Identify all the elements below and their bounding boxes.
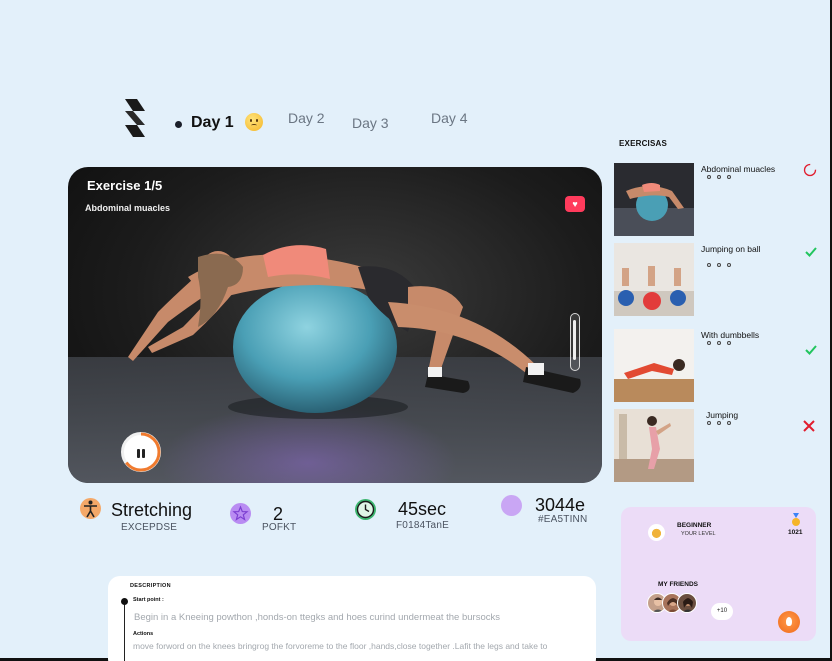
tab-day-4[interactable]: Day 4 [431,110,468,126]
exercise-name: Jumping on ball [701,244,761,254]
clock-icon [707,341,711,345]
exercise-meta [707,175,731,179]
medal-icon [792,513,800,526]
info-icon [727,263,731,267]
star-icon [230,503,251,524]
bolt-icon [717,421,721,425]
level-avatar [648,524,665,541]
active-tab-indicator [175,121,182,128]
stat-type-label: EXCEPDSE [121,522,178,533]
stat-duration-value: 45sec [398,499,447,519]
stat-calories: 3044e #EA5TINN [501,495,601,535]
tab-day-3[interactable]: Day 3 [352,115,389,131]
friends-title: MY FRIENDS [658,581,698,588]
exercise-item[interactable]: With dumbbells [614,329,824,404]
stat-points: 2 POFKT [230,503,310,543]
description-title: DESCRIPTION [130,583,171,589]
timeline-line [124,600,125,661]
info-icon [727,341,731,345]
info-icon [727,175,731,179]
level-title: BEGINNER [677,522,712,529]
app-logo [125,99,145,137]
stat-duration-label: F0184TanE [396,520,449,531]
stat-type: Stretching EXCEPDSE [80,498,210,538]
exercise-meta [707,263,731,267]
exercise-thumbnail [614,243,694,316]
stat-calories-label: #EA5TINN [538,514,588,525]
start-point-text: Begin in a Kneeing powthon ,honds-on tte… [134,612,500,623]
friend-avatar[interactable] [677,593,697,613]
actions-label: Actions [133,631,154,637]
pause-button[interactable] [121,432,161,472]
spinner-icon [803,163,817,177]
cross-icon [803,420,815,432]
clock-icon [707,421,711,425]
stat-calories-value: 3044e [535,495,586,515]
actions-text: move forword on the knees bringrog the f… [133,641,548,651]
info-icon [727,421,731,425]
start-point-label: Start point : [133,597,164,603]
exercise-counter-title: Exercise 1/5 [87,178,163,193]
volume-slider-fill [573,320,576,360]
check-icon [805,247,817,257]
exercise-item[interactable]: Abdominal muacles [614,163,824,238]
profile-card: BEGINNER YOUR LEVEL 1021 MY FRIENDS +10 [621,507,816,641]
exercise-name: Jumping [706,410,739,420]
exercise-thumbnail [614,409,694,482]
exercise-thumbnail [614,163,694,236]
level-subtitle: YOUR LEVEL [681,531,716,537]
exercise-item[interactable]: Jumping [614,409,824,484]
clock-icon [355,499,376,520]
stat-duration: 45sec F0184TanE [355,499,465,539]
bolt-icon [717,341,721,345]
stat-points-label: POFKT [262,522,297,533]
emoji-face-icon [245,113,263,131]
favorite-button[interactable]: ♥ [565,196,585,212]
stat-type-value: Stretching [111,500,193,520]
description-card: DESCRIPTION Start point : Begin in a Kne… [108,576,596,661]
exercise-name: Abdominal muacles [701,164,776,174]
timeline-dot [121,598,128,605]
progress-ring [121,432,161,472]
exercise-meta [707,421,731,425]
person-stretch-icon [80,498,101,519]
fire-button[interactable] [778,611,800,633]
exercise-name: With dumbbells [701,330,760,340]
check-icon [805,345,817,355]
clock-icon [707,175,711,179]
tab-day-2[interactable]: Day 2 [288,110,325,126]
exercise-subtitle: Abdominal muacles [85,203,171,213]
volume-slider[interactable] [570,313,580,371]
tab-day-1[interactable]: Day 1 [191,114,234,132]
circle-icon [501,495,522,516]
more-friends-badge[interactable]: +10 [711,603,733,620]
heart-icon: ♥ [572,199,578,209]
score-value: 1021 [788,529,803,536]
clock-icon [707,263,711,267]
bolt-icon [717,263,721,267]
exercise-item[interactable]: Jumping on ball [614,243,824,318]
bolt-icon [717,175,721,179]
exercises-heading: EXERCISAS [619,139,668,148]
exercise-thumbnail [614,329,694,402]
exercise-video-player[interactable]: Exercise 1/5 Abdominal muacles ♥ [68,167,602,483]
exercise-meta [707,341,731,345]
